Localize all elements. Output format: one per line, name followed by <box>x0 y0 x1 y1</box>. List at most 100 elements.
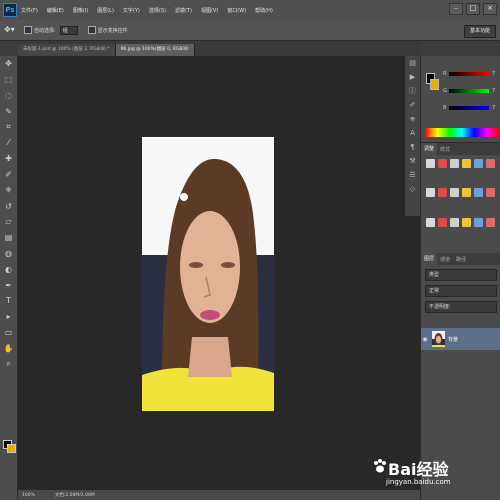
red-value[interactable]: 7 <box>492 71 495 77</box>
menu-image[interactable]: 图像(I) <box>73 7 88 14</box>
layer-name[interactable]: 背景 <box>448 336 458 343</box>
healing-icon[interactable]: ✚ <box>0 151 17 167</box>
tab-adjustments[interactable]: 调整 <box>421 143 438 155</box>
adjustment-preset-icon[interactable] <box>426 188 435 198</box>
brush-panel-icon[interactable]: ✐ <box>405 98 420 112</box>
type-icon[interactable]: T <box>0 293 17 309</box>
tab-96-jpg[interactable]: 96.jpg @ 100%(图层 0, RGB/8) <box>115 44 195 56</box>
tool-presets-panel-icon[interactable]: ⚒ <box>405 154 420 168</box>
menu-help[interactable]: 帮助(H) <box>255 7 273 14</box>
maximize-button[interactable]: □ <box>466 3 480 15</box>
blend-mode-dropdown[interactable]: 正常 <box>425 285 497 297</box>
baidu-jingyan-watermark: Bai经验 jingyan.baidu.com <box>372 454 492 494</box>
adjustment-preset-icon[interactable] <box>474 159 483 168</box>
crop-icon[interactable]: ⌗ <box>0 119 17 135</box>
tab-untitled[interactable]: 未标题-1.psd @ 100% (图层 2, RGB/8) * <box>18 44 116 56</box>
adjustment-preset-icon[interactable] <box>474 217 483 227</box>
menu-file[interactable]: 文件(F) <box>21 7 38 14</box>
auto-select-dropdown[interactable]: 组 <box>59 25 78 35</box>
brush-icon[interactable]: ✐ <box>0 167 17 183</box>
layers-tabs: 图层 通道 路径 <box>421 253 500 265</box>
opacity-field[interactable]: 不透明度: <box>425 301 497 313</box>
panel-background-swatch[interactable] <box>430 79 439 90</box>
marquee-icon[interactable]: ⬚ <box>0 72 17 88</box>
adjustment-preset-icon[interactable] <box>438 217 447 227</box>
blue-slider[interactable] <box>449 105 489 110</box>
menu-window[interactable]: 窗口(W) <box>227 7 246 14</box>
3d-panel-icon[interactable]: ◇ <box>405 182 420 196</box>
document-info: 文档:2.08M/2.08M <box>54 493 95 498</box>
zoom-icon[interactable]: ⌕ <box>0 356 17 372</box>
lasso-icon[interactable]: ◌ <box>0 88 17 104</box>
adjustment-preset-icon[interactable] <box>462 188 471 198</box>
quick-select-icon[interactable]: ✎ <box>0 103 17 119</box>
minimize-button[interactable]: – <box>449 3 463 15</box>
menu-bar: Ps 文件(F) 编辑(E) 图像(I) 图层(L) 文字(Y) 选择(S) 滤… <box>0 0 500 20</box>
close-button[interactable]: × <box>483 3 497 15</box>
adjustment-preset-icon[interactable] <box>462 159 471 168</box>
watermark-url: jingyan.baidu.com <box>386 478 451 486</box>
adjustment-preset-icon[interactable] <box>438 159 447 168</box>
blur-icon[interactable]: ◍ <box>0 246 17 262</box>
green-slider[interactable] <box>449 88 489 93</box>
adjustment-preset-icon[interactable] <box>486 217 495 227</box>
shape-icon[interactable]: ▭ <box>0 325 17 341</box>
stamp-icon[interactable]: ⎈ <box>0 182 17 198</box>
info-panel-icon[interactable]: ⓘ <box>405 84 420 98</box>
hand-icon[interactable]: ✋ <box>0 340 17 356</box>
color-spectrum[interactable] <box>425 128 499 137</box>
history-panel-icon[interactable]: ▤ <box>405 56 420 70</box>
tab-channels[interactable]: 通道 <box>437 256 453 263</box>
auto-select-checkbox[interactable] <box>24 26 32 34</box>
menu-filter[interactable]: 滤镜(T) <box>175 7 192 14</box>
history-brush-icon[interactable]: ↺ <box>0 198 17 214</box>
menu-select[interactable]: 选择(S) <box>149 7 166 14</box>
transform-controls-label: 显示变换控件 <box>97 27 128 34</box>
green-value[interactable]: 7 <box>492 88 495 94</box>
adjustment-preset-icon[interactable] <box>450 159 459 168</box>
tab-paths[interactable]: 路径 <box>453 256 469 263</box>
adjustments-tabs: 调整 样式 <box>421 143 500 155</box>
adjustment-preset-icon[interactable] <box>486 159 495 168</box>
zoom-level[interactable]: 100% <box>22 493 35 498</box>
adjustment-preset-icon[interactable] <box>450 217 459 227</box>
adjustment-preset-icon[interactable] <box>486 188 495 198</box>
blue-value[interactable]: 7 <box>492 105 495 111</box>
transform-controls-checkbox[interactable] <box>87 26 96 34</box>
menu-view[interactable]: 视图(V) <box>201 7 218 14</box>
adjustment-preset-icon[interactable] <box>474 188 483 198</box>
eyedropper-icon[interactable]: ⁄ <box>0 135 17 151</box>
menu-type[interactable]: 文字(Y) <box>123 7 140 14</box>
eraser-icon[interactable]: ▱ <box>0 214 17 230</box>
pen-icon[interactable]: ✒ <box>0 277 17 293</box>
menu-edit[interactable]: 编辑(E) <box>47 7 64 14</box>
character-panel-icon[interactable]: A <box>405 126 420 140</box>
path-select-icon[interactable]: ▸ <box>0 309 17 325</box>
move-icon[interactable]: ✥ <box>0 56 17 72</box>
green-slider-row: G 7 <box>443 87 499 94</box>
background-color-swatch[interactable] <box>7 444 16 453</box>
layer-row-background[interactable]: ◉ 背景 <box>421 328 500 350</box>
adjustment-preset-icon[interactable] <box>426 159 435 168</box>
adjustment-preset-icon[interactable] <box>426 217 435 227</box>
move-tool-preset-icon[interactable]: ✥▾ <box>4 24 18 36</box>
gradient-icon[interactable]: ▤ <box>0 230 17 246</box>
properties-panel-icon[interactable]: ☰ <box>405 168 420 182</box>
adjustment-preset-icon[interactable] <box>462 217 471 227</box>
blue-slider-row: B 7 <box>443 104 499 111</box>
adjustment-preset-icon[interactable] <box>438 188 447 198</box>
red-slider[interactable] <box>449 71 489 76</box>
eye-icon[interactable]: ◉ <box>421 336 429 343</box>
paragraph-panel-icon[interactable]: ¶ <box>405 140 420 154</box>
tab-styles[interactable]: 样式 <box>437 146 453 153</box>
adjustment-preset-icon[interactable] <box>450 188 459 198</box>
dodge-icon[interactable]: ◐ <box>0 261 17 277</box>
actions-panel-icon[interactable]: ▶ <box>405 70 420 84</box>
tab-layers[interactable]: 图层 <box>421 253 438 265</box>
clone-source-panel-icon[interactable]: ⎈ <box>405 112 420 126</box>
layer-kind-filter[interactable]: 类型 <box>425 269 497 281</box>
menu-layer[interactable]: 图层(L) <box>97 7 114 14</box>
workspace-switcher[interactable]: 基本功能 <box>464 25 496 38</box>
document-photo[interactable] <box>142 137 274 411</box>
paw-logo-icon <box>374 459 386 473</box>
